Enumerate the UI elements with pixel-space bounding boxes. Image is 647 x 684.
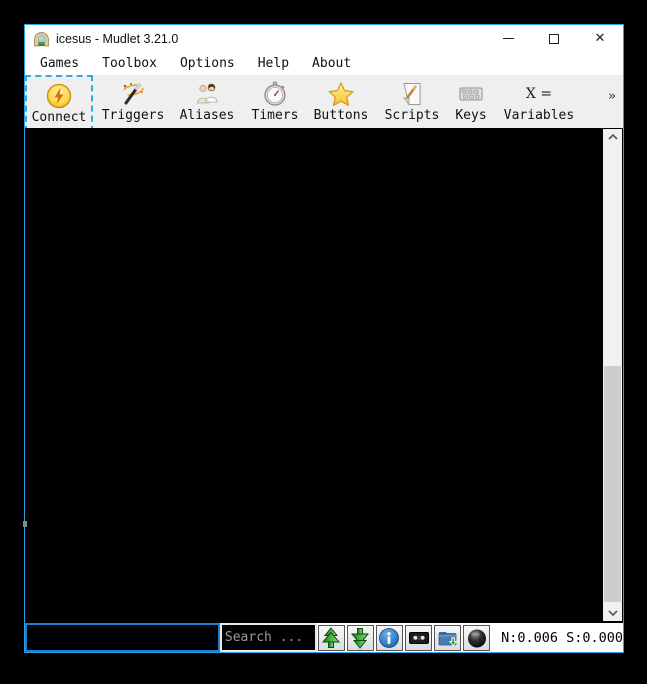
toolbar-timers-label: Timers — [252, 108, 299, 123]
scrollbar-up-arrow[interactable] — [603, 129, 622, 145]
game-console[interactable] — [25, 128, 623, 623]
mudlet-app-icon — [33, 31, 50, 47]
aliases-people-icon — [194, 80, 220, 108]
info-icon — [378, 627, 400, 649]
toolbar-buttons-button[interactable]: Buttons — [305, 75, 377, 128]
menu-bar: Games Toolbox Options Help About — [25, 52, 623, 75]
replay-folder-icon — [437, 627, 459, 649]
scripts-page-icon — [399, 80, 425, 108]
maximize-button[interactable] — [531, 25, 577, 52]
scrollbar-thumb[interactable] — [604, 366, 621, 602]
window-title: icesus - Mudlet 3.21.0 — [56, 32, 178, 46]
scrollbar-down-arrow[interactable] — [603, 605, 622, 621]
mute-button[interactable] — [463, 625, 490, 651]
mute-ball-icon — [466, 627, 488, 649]
toolbar-keys-label: Keys — [455, 108, 486, 123]
minimize-icon — [503, 38, 514, 39]
toolbar-triggers-label: Triggers — [102, 108, 165, 123]
buttons-star-icon — [327, 80, 355, 108]
toolbar-buttons-label: Buttons — [314, 108, 369, 123]
scroll-up-icon — [320, 627, 342, 649]
search-input[interactable] — [220, 623, 317, 652]
close-icon: ✕ — [595, 32, 606, 45]
desktop-background: icesus - Mudlet 3.21.0 ✕ Games Toolbox O… — [0, 0, 647, 684]
chevron-up-icon — [608, 134, 618, 140]
menu-options[interactable]: Options — [174, 54, 241, 73]
toolbar-triggers-button[interactable]: Triggers — [97, 75, 169, 128]
scroll-down-button[interactable] — [347, 625, 374, 651]
toolbar-scripts-button[interactable]: Scripts — [377, 75, 447, 128]
mudlet-window: icesus - Mudlet 3.21.0 ✕ Games Toolbox O… — [24, 24, 624, 653]
scroll-up-button[interactable] — [318, 625, 345, 651]
latency-status-text: N:0.006 S:0.000 — [501, 630, 623, 646]
logging-cassette-icon — [408, 627, 430, 649]
menu-help[interactable]: Help — [252, 54, 295, 73]
logging-button[interactable] — [405, 625, 432, 651]
toolbar-connect-button[interactable]: Connect — [25, 75, 93, 132]
main-toolbar: Connect Triggers — [25, 75, 623, 128]
latency-status: N:0.006 S:0.000 — [491, 623, 623, 652]
minimize-button[interactable] — [485, 25, 531, 52]
maximize-icon — [549, 34, 559, 44]
console-scrollbar[interactable] — [603, 129, 622, 621]
command-input[interactable] — [25, 623, 220, 652]
toolbar-variables-button[interactable]: X = Variables — [495, 75, 583, 128]
toolbar-aliases-label: Aliases — [180, 108, 235, 123]
menu-about[interactable]: About — [306, 54, 357, 73]
scroll-down-icon — [349, 627, 371, 649]
left-border-grip[interactable] — [23, 521, 27, 527]
toolbar-overflow-chevron[interactable]: » — [608, 89, 616, 104]
keys-keyboard-icon — [458, 80, 484, 108]
menu-toolbox[interactable]: Toolbox — [96, 54, 163, 73]
timers-stopwatch-icon — [262, 80, 288, 108]
window-controls: ✕ — [485, 25, 623, 52]
connect-lightning-icon — [46, 82, 72, 110]
replay-button[interactable] — [434, 625, 461, 651]
title-bar[interactable]: icesus - Mudlet 3.21.0 ✕ — [25, 25, 623, 52]
triggers-wand-icon — [119, 80, 147, 108]
bottom-bar: N:0.006 S:0.000 — [25, 623, 623, 652]
toolbar-scripts-label: Scripts — [385, 108, 440, 123]
toolbar-timers-button[interactable]: Timers — [245, 75, 305, 128]
variables-icon: X = — [526, 80, 552, 108]
close-button[interactable]: ✕ — [577, 25, 623, 52]
menu-games[interactable]: Games — [34, 54, 85, 73]
chevron-down-icon — [608, 610, 618, 616]
info-button[interactable] — [376, 625, 403, 651]
toolbar-aliases-button[interactable]: Aliases — [169, 75, 245, 128]
toolbar-variables-label: Variables — [504, 108, 574, 123]
toolbar-connect-label: Connect — [32, 110, 87, 125]
toolbar-keys-button[interactable]: Keys — [447, 75, 495, 128]
